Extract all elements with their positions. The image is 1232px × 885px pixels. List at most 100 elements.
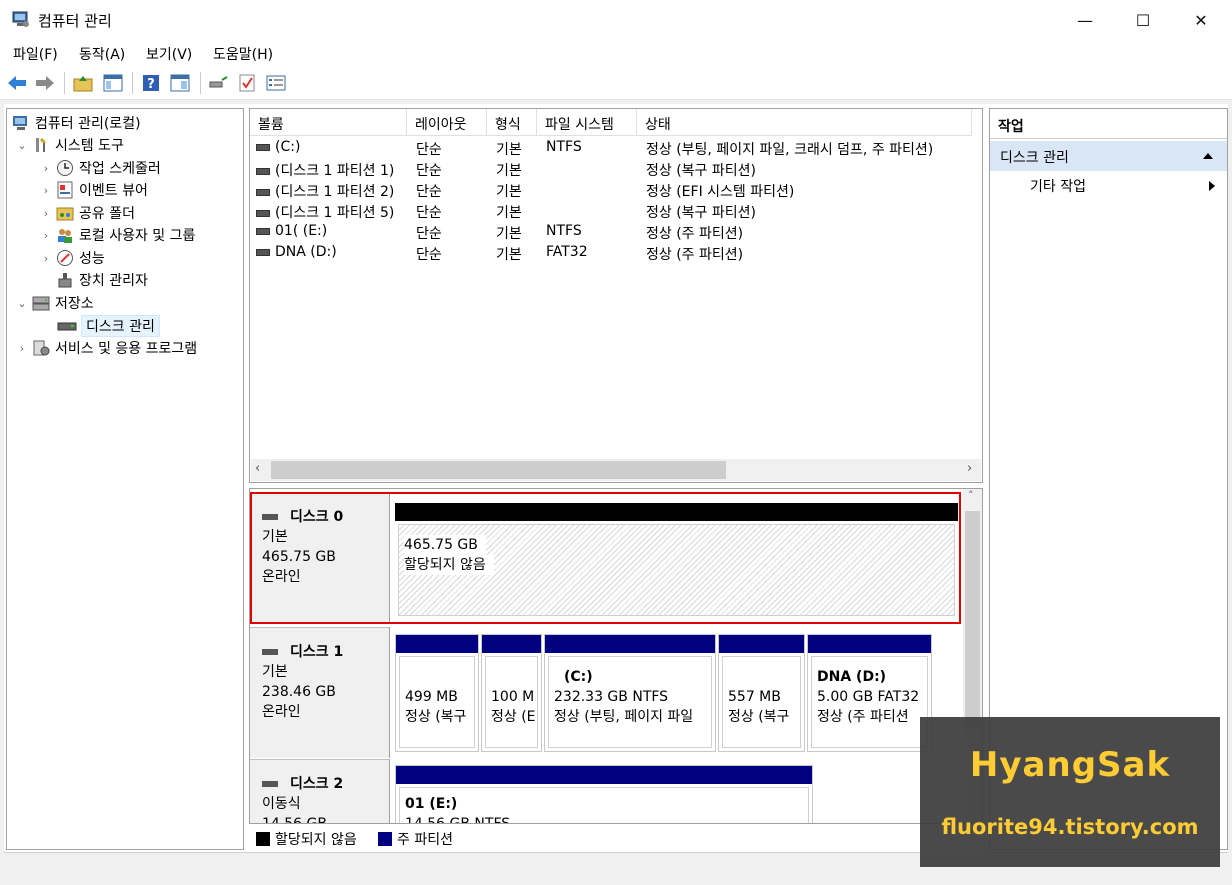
column-header-type[interactable]: 형식	[487, 109, 537, 136]
list-view-icon[interactable]	[265, 72, 287, 94]
volume-name: 01( (E:)	[275, 223, 328, 239]
disk-drive-icon	[57, 316, 77, 336]
scroll-thumb[interactable]	[271, 461, 726, 479]
tree-item-label: 컴퓨터 관리(로컬)	[35, 116, 141, 132]
partition-4[interactable]: 557 MB 정상 (복구	[718, 634, 805, 752]
horizontal-scrollbar[interactable]: ‹ ›	[251, 459, 981, 481]
partition-1[interactable]: 499 MB 정상 (복구	[395, 634, 479, 752]
disk-2-label[interactable]: 디스크 2 이동식 14.56 GB	[250, 759, 390, 823]
maximize-button[interactable]: ☐	[1114, 0, 1172, 40]
chevron-down-icon[interactable]: ⌄	[15, 297, 29, 310]
legend-unallocated: 할당되지 않음	[275, 832, 357, 848]
menu-view[interactable]: 보기(V)	[146, 44, 192, 64]
tree-item-performance[interactable]: › 성능	[39, 247, 105, 269]
table-row[interactable]: (C:) 단순 기본 NTFS 정상 (부팅, 페이지 파일, 크래시 덤프, …	[250, 137, 982, 158]
disk-1-label[interactable]: 디스크 1 기본 238.46 GB 온라인	[250, 627, 390, 758]
checklist-icon[interactable]	[236, 72, 258, 94]
menu-action[interactable]: 동작(A)	[79, 44, 125, 64]
chevron-right-icon[interactable]: ›	[39, 252, 53, 265]
partition-title: DNA (D:)	[817, 669, 887, 685]
tree-item-local-users[interactable]: › 로컬 사용자 및 그룹	[39, 224, 196, 246]
computer-management-icon	[12, 11, 29, 27]
tree-item-services[interactable]: › 서비스 및 응용 프로그램	[15, 337, 197, 359]
volume-status: 정상 (부팅, 페이지 파일, 크래시 덤프, 주 파티션)	[646, 142, 934, 158]
volume-type: 기본	[496, 205, 522, 221]
disk-type: 기본	[262, 664, 288, 680]
tree-item-event-viewer[interactable]: › 이벤트 뷰어	[39, 179, 148, 201]
partition-size: 499 MB	[405, 689, 458, 705]
computer-management-icon	[11, 113, 31, 133]
partition-c[interactable]: (C:) 232.33 GB NTFS 정상 (부팅, 페이지 파일	[544, 634, 716, 752]
partition-header-bar	[719, 635, 804, 653]
partition-2[interactable]: 100 M 정상 (E	[481, 634, 542, 752]
column-header-status[interactable]: 상태	[637, 109, 972, 136]
volume-layout: 단순	[416, 142, 442, 158]
properties-pane-icon[interactable]	[169, 72, 191, 94]
chevron-right-icon[interactable]: ›	[39, 184, 53, 197]
tree-item-disk-management[interactable]: 디스크 관리	[55, 315, 160, 337]
partition-desc: 정상 (부팅, 페이지 파일	[554, 709, 694, 725]
scroll-thumb[interactable]	[965, 511, 980, 729]
disk-type: 이동식	[262, 796, 301, 812]
tree-item-label: 디스크 관리	[81, 315, 160, 337]
connect-icon[interactable]	[207, 72, 229, 94]
column-header-volume[interactable]: 볼륨	[250, 109, 407, 136]
chevron-right-icon[interactable]: ›	[39, 162, 53, 175]
tree-item-shared-folders[interactable]: › 공유 폴더	[39, 202, 135, 224]
menu-bar: 파일(F) 동작(A) 보기(V) 도움말(H)	[0, 40, 1232, 66]
partition-size: 5.00 GB FAT32	[817, 689, 920, 705]
partition-e[interactable]: 01 (E:) 14.56 GB NTFS	[395, 765, 813, 823]
tree-item-task-scheduler[interactable]: › 작업 스케줄러	[39, 157, 161, 179]
tree-item-storage[interactable]: ⌄ 저장소	[15, 292, 93, 314]
table-row[interactable]: (디스크 1 파티션 2) 단순 기본 정상 (EFI 시스템 파티션)	[250, 179, 982, 200]
table-row[interactable]: (디스크 1 파티션 1) 단순 기본 정상 (복구 파티션)	[250, 158, 982, 179]
chevron-right-icon[interactable]: ›	[39, 229, 53, 242]
scroll-left-icon[interactable]: ‹	[255, 461, 260, 476]
table-row[interactable]: DNA (D:) 단순 기본 FAT32 정상 (주 파티션)	[250, 242, 982, 263]
menu-file[interactable]: 파일(F)	[13, 44, 58, 64]
tree-item-label: 서비스 및 응용 프로그램	[55, 341, 198, 357]
toolbar-separator	[64, 72, 65, 94]
table-row[interactable]: (디스크 1 파티션 5) 단순 기본 정상 (복구 파티션)	[250, 200, 982, 221]
partition-desc: 정상 (E	[491, 709, 536, 725]
close-button[interactable]: ✕	[1172, 0, 1230, 40]
chevron-right-icon[interactable]: ›	[39, 207, 53, 220]
back-arrow-icon[interactable]	[6, 72, 28, 94]
up-folder-icon[interactable]	[72, 72, 94, 94]
volume-list[interactable]: 볼륨 레이아웃 형식 파일 시스템 상태 (C:) 단순 기본 NTFS 정상 …	[249, 108, 983, 483]
menu-help[interactable]: 도움말(H)	[213, 44, 273, 64]
partition-header-bar	[396, 766, 812, 784]
partition-d[interactable]: DNA (D:) 5.00 GB FAT32 정상 (주 파티션	[807, 634, 932, 752]
partition-desc: 정상 (복구	[728, 709, 790, 725]
scroll-up-icon[interactable]: ˄	[968, 489, 974, 502]
column-header-layout[interactable]: 레이아웃	[407, 109, 487, 136]
tree-item-device-manager[interactable]: 장치 관리자	[53, 269, 148, 291]
partition-size: 232.33 GB NTFS	[554, 689, 669, 705]
volume-type: 기본	[496, 226, 522, 242]
legend-primary: 주 파티션	[397, 832, 453, 848]
chevron-right-icon[interactable]: ›	[15, 342, 29, 355]
table-row[interactable]: 01( (E:) 단순 기본 NTFS 정상 (주 파티션)	[250, 221, 982, 242]
volume-icon	[256, 167, 270, 175]
tree-item-system-tools[interactable]: ⌄ 시스템 도구	[15, 134, 124, 156]
volume-layout: 단순	[416, 247, 442, 263]
scroll-right-icon[interactable]: ›	[967, 461, 972, 476]
volume-layout: 단순	[416, 226, 442, 242]
navigation-tree[interactable]: 컴퓨터 관리(로컬) ⌄ 시스템 도구 › 작업 스케줄러 › 이벤트 뷰어 ›…	[6, 108, 244, 850]
tree-item-root[interactable]: 컴퓨터 관리(로컬)	[9, 112, 141, 134]
forward-arrow-icon[interactable]	[34, 72, 56, 94]
storage-icon	[31, 293, 51, 313]
chevron-down-icon[interactable]: ⌄	[15, 139, 29, 152]
help-icon[interactable]: ?	[140, 72, 162, 94]
column-header-filesystem[interactable]: 파일 시스템	[537, 109, 637, 136]
volume-layout: 단순	[416, 184, 442, 200]
collapse-up-icon[interactable]	[1202, 152, 1214, 160]
minimize-button[interactable]: —	[1056, 0, 1114, 40]
actions-section-disk-management[interactable]: 디스크 관리	[990, 141, 1227, 171]
title-bar: 컴퓨터 관리 — ☐ ✕	[0, 0, 1232, 40]
watermark-url: fluorite94.tistory.com	[941, 815, 1199, 839]
disk-name: 디스크 1	[290, 644, 344, 660]
show-hide-tree-icon[interactable]	[102, 72, 124, 94]
volume-icon	[256, 188, 270, 196]
actions-more-actions[interactable]: 기타 작업	[990, 173, 1227, 197]
